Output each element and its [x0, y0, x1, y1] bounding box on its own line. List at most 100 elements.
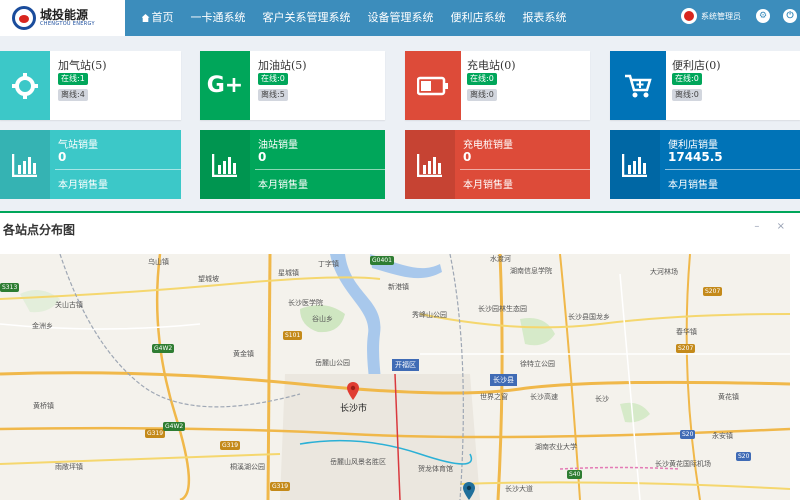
map-place-label: 谷山乡	[312, 315, 333, 323]
sales-label: 油站销量	[258, 140, 298, 151]
road-shield: S313	[0, 283, 20, 292]
home-icon	[141, 14, 150, 22]
road-shield: S101	[283, 331, 303, 340]
district-label: 长沙县	[490, 374, 517, 386]
panel-title: 各站点分布图	[3, 223, 76, 237]
nav-home[interactable]: 首页	[133, 0, 182, 36]
collapse-button[interactable]: –	[754, 221, 759, 232]
bar-chart-icon	[610, 130, 660, 199]
map-place-label: 黄桥镇	[33, 402, 54, 410]
nav-store-system[interactable]: 便利店系统	[442, 0, 514, 36]
map-place-label: 徐特立公园	[520, 360, 555, 368]
road-shield: S207	[676, 344, 696, 353]
sales-footer: 本月销售量	[668, 180, 718, 191]
road-shield: G4W2	[163, 422, 186, 431]
brand-logo[interactable]: 城投能源 CHENGTOU ENERGY	[0, 0, 125, 36]
city-label: 长沙市	[340, 404, 368, 414]
divider	[55, 169, 181, 170]
map-place-label: 长沙黄花国际机场	[655, 460, 711, 468]
battery-icon	[405, 51, 461, 120]
google-plus-icon: G+	[200, 51, 250, 120]
bar-chart-icon	[200, 130, 250, 199]
avatar	[681, 8, 697, 24]
divider	[460, 169, 590, 170]
station-card-charging[interactable]: 充电站(0) 在线:0 离线:0	[405, 51, 590, 120]
map-marker-icon[interactable]	[463, 482, 475, 500]
map-panel: 各站点分布图 – × 乌山镇 望城坡 星城镇 丁字镇 新港镇 水渡河 湖南信息学…	[0, 211, 800, 500]
map-place-label: 星城镇	[278, 269, 299, 277]
road-shield: G319	[220, 441, 241, 450]
crosshair-icon	[0, 51, 50, 120]
station-card-store[interactable]: 便利店(0) 在线:0 离线:0	[610, 51, 800, 120]
map-place-label: 乌山镇	[148, 258, 169, 266]
road-shield: S20	[680, 430, 696, 439]
road-shield: G4W2	[152, 344, 175, 353]
map-place-label: 黄花镇	[718, 393, 739, 401]
map-place-label: 湖南信息学院	[510, 267, 552, 275]
power-icon[interactable]: ⏻	[783, 9, 797, 23]
close-button[interactable]: ×	[777, 221, 785, 232]
sales-card-charging[interactable]: 充电桩销量 0 本月销售量	[405, 130, 590, 199]
online-badge: 在线:1	[58, 73, 88, 85]
nav-card-system[interactable]: 一卡通系统	[182, 0, 254, 36]
road-shield: S207	[703, 287, 723, 296]
sales-footer: 本月销售量	[58, 180, 108, 191]
logo-en-text: CHENGTOU ENERGY	[40, 21, 95, 27]
map-place-label: 长沙高速	[530, 393, 558, 401]
user-name: 系统管理员	[701, 11, 741, 21]
map-place-label: 长沙医学院	[288, 299, 323, 307]
nav-device-system[interactable]: 设备管理系统	[359, 0, 442, 36]
road-shield: S20	[736, 452, 752, 461]
online-badge: 在线:0	[258, 73, 288, 85]
station-map[interactable]: 乌山镇 望城坡 星城镇 丁字镇 新港镇 水渡河 湖南信息学院 大河林场 关山古镇…	[0, 254, 790, 500]
map-place-label: 长沙	[595, 395, 609, 403]
sales-value: 17445.5	[668, 150, 723, 164]
map-place-label: 长沙县国龙乡	[568, 313, 610, 321]
cart-plus-icon	[610, 51, 666, 120]
map-place-label: 大河林场	[650, 268, 678, 276]
map-place-label: 湖南农业大学	[535, 443, 577, 451]
nav-crm-system[interactable]: 客户关系管理系统	[254, 0, 359, 36]
map-place-label: 长沙园林生态园	[478, 305, 527, 313]
offline-badge: 离线:0	[467, 89, 497, 101]
map-place-label: 桐溪湖公园	[230, 463, 265, 471]
online-badge: 在线:0	[467, 73, 497, 85]
top-navbar: 城投能源 CHENGTOU ENERGY 首页 一卡通系统 客户关系管理系统 设…	[0, 0, 800, 36]
main-nav: 首页 一卡通系统 客户关系管理系统 设备管理系统 便利店系统 报表系统	[133, 0, 575, 36]
offline-badge: 离线:5	[258, 89, 288, 101]
road-shield: G319	[270, 482, 291, 491]
sales-footer: 本月销售量	[463, 180, 513, 191]
bar-chart-icon	[0, 130, 50, 199]
map-place-label: 长沙大道	[505, 485, 533, 493]
road-shield: S40	[567, 470, 583, 479]
map-place-label: 黄金镇	[233, 350, 254, 358]
gear-icon[interactable]: ⚙	[756, 9, 770, 23]
station-card-oil[interactable]: G+ 加油站(5) 在线:0 离线:5	[200, 51, 385, 120]
user-menu[interactable]: 系统管理员	[681, 8, 741, 24]
road-shield: G0401	[370, 256, 394, 265]
map-place-label: 丁字镇	[318, 260, 339, 268]
map-place-label: 关山古镇	[55, 301, 83, 309]
sales-label: 气站销量	[58, 140, 98, 151]
map-place-label: 秀峰山公园	[412, 311, 447, 319]
map-place-label: 雨敞坪镇	[55, 463, 83, 471]
map-place-label: 贺龙体育馆	[418, 465, 453, 473]
map-marker-icon[interactable]	[347, 382, 359, 400]
map-place-label: 望城坡	[198, 275, 219, 283]
card-title: 充电站(0)	[467, 59, 516, 72]
sales-card-store[interactable]: 便利店销量 17445.5 本月销售量	[610, 130, 800, 199]
map-place-label: 世界之窗	[480, 393, 508, 401]
online-badge: 在线:0	[672, 73, 702, 85]
map-place-label: 岳麓山公园	[315, 359, 350, 367]
map-place-label: 春华镇	[676, 328, 697, 336]
map-place-label: 新港镇	[388, 283, 409, 291]
sales-card-gas[interactable]: 气站销量 0 本月销售量	[0, 130, 181, 199]
logo-cn-text: 城投能源	[40, 8, 89, 22]
nav-report-system[interactable]: 报表系统	[514, 0, 575, 36]
road-shield: G319	[145, 429, 166, 438]
offline-badge: 离线:0	[672, 89, 702, 101]
panel-tools: – ×	[740, 221, 785, 232]
station-card-gas[interactable]: 加气站(5) 在线:1 离线:4	[0, 51, 181, 120]
map-place-label: 水渡河	[490, 255, 511, 263]
sales-card-oil[interactable]: 油站销量 0 本月销售量	[200, 130, 385, 199]
